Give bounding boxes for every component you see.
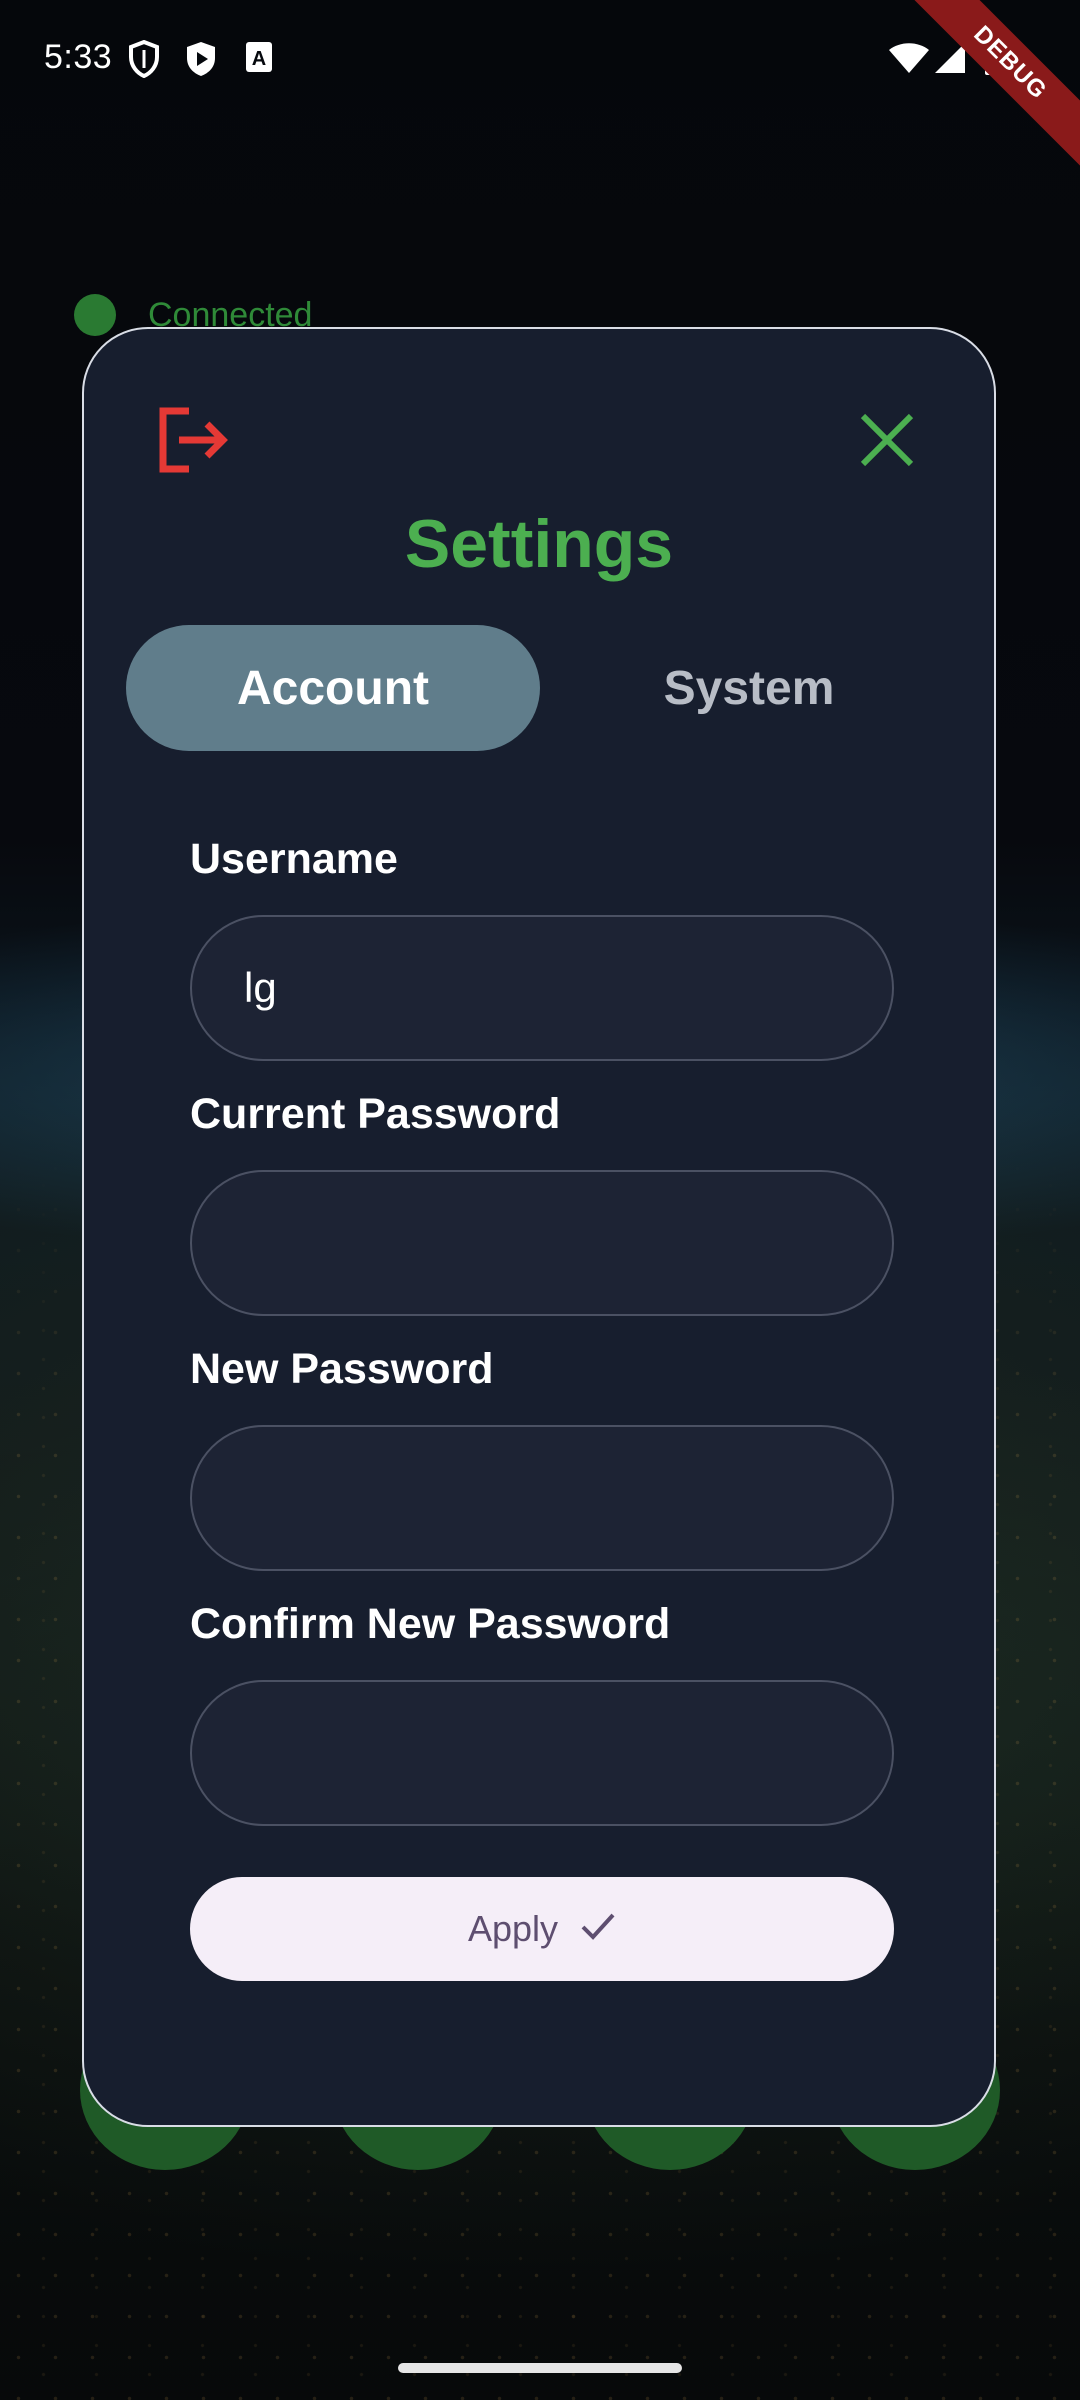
new-password-label: New Password bbox=[190, 1345, 494, 1393]
status-time: 5:33 bbox=[44, 38, 113, 76]
gesture-nav-handle[interactable] bbox=[398, 2363, 682, 2373]
check-icon bbox=[580, 1908, 616, 1950]
tab-system[interactable]: System bbox=[542, 625, 956, 751]
dialog-title: Settings bbox=[404, 506, 674, 582]
username-label: Username bbox=[190, 835, 398, 883]
apply-button-label: Apply bbox=[467, 1908, 559, 1949]
logout-button[interactable] bbox=[150, 399, 236, 485]
close-icon bbox=[859, 412, 915, 473]
confirm-password-label: Confirm New Password bbox=[190, 1600, 671, 1648]
current-password-field[interactable] bbox=[190, 1170, 894, 1316]
new-password-field[interactable] bbox=[190, 1425, 894, 1571]
apply-button[interactable]: Apply bbox=[190, 1877, 894, 1981]
logout-icon bbox=[155, 405, 231, 480]
font-a-icon: A bbox=[244, 40, 274, 79]
connection-status-dot bbox=[74, 294, 116, 336]
status-bar: 5:33 A DEBUG bbox=[0, 0, 1080, 179]
current-password-label: Current Password bbox=[190, 1090, 561, 1138]
play-store-icon bbox=[184, 40, 218, 83]
shield-icon bbox=[128, 39, 160, 83]
tab-account[interactable]: Account bbox=[126, 625, 540, 751]
svg-text:A: A bbox=[252, 48, 266, 70]
username-field[interactable] bbox=[190, 915, 894, 1061]
wifi-icon bbox=[888, 42, 930, 79]
settings-dialog: Settings Account System Username Current… bbox=[82, 327, 996, 2127]
close-button[interactable] bbox=[844, 399, 930, 485]
confirm-password-field[interactable] bbox=[190, 1680, 894, 1826]
settings-tabs: Account System bbox=[126, 625, 956, 751]
